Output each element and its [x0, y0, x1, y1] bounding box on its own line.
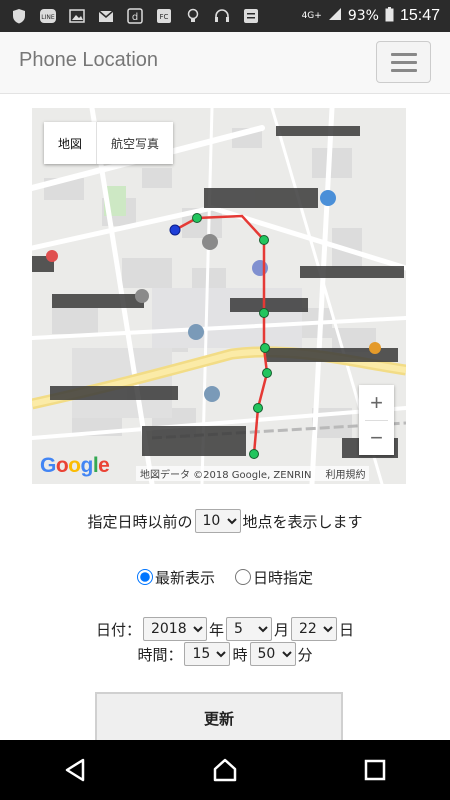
svg-text:d: d [132, 12, 138, 23]
count-prefix: 指定日時以前の [87, 512, 193, 531]
minute-select[interactable]: 50 [249, 642, 296, 666]
mode-row: 最新表示 日時指定 [0, 565, 450, 589]
hamburger-icon[interactable] [376, 41, 431, 83]
location-map[interactable]: 地図 航空写真 + − Google 地図データ ©2018 Google, Z… [32, 108, 406, 484]
mail-icon [97, 8, 115, 24]
terms-link[interactable]: 利用規約 [325, 470, 365, 481]
count-select[interactable]: 10 [194, 509, 241, 533]
specify-radio-label: 日時指定 [253, 568, 314, 587]
count-row: 指定日時以前の 10 地点を表示します [0, 508, 450, 534]
zoom-control: + − [359, 385, 394, 455]
hour-select[interactable]: 15 [184, 642, 231, 666]
d-app-icon: d [126, 8, 144, 24]
app-navbar: Phone Location [0, 32, 450, 94]
day-unit: 日 [339, 620, 355, 639]
latest-radio-option[interactable]: 最新表示 [136, 567, 215, 588]
recents-icon[interactable] [355, 750, 395, 790]
day-select[interactable]: 22 [291, 617, 338, 641]
date-row: 日付： 2018 年 5 月 22 日 [0, 616, 450, 642]
month-select[interactable]: 5 [226, 617, 272, 641]
google-logo: Google [40, 454, 110, 477]
minute-unit: 分 [297, 645, 313, 664]
clock: 15:47 [399, 7, 440, 24]
signal-icon [328, 7, 342, 25]
map-type-control: 地図 航空写真 [44, 122, 174, 164]
time-row: 時間： 15 時 50 分 [0, 641, 450, 667]
home-icon[interactable] [205, 750, 245, 790]
month-unit: 月 [274, 620, 290, 639]
latest-radio-label: 最新表示 [154, 568, 215, 587]
bulb-icon [184, 8, 202, 24]
update-button[interactable]: 更新 [95, 692, 343, 744]
back-icon[interactable] [55, 750, 95, 790]
zoom-divider [365, 420, 388, 421]
zoom-in-button[interactable]: + [359, 385, 394, 420]
zoom-out-button[interactable]: − [359, 420, 394, 455]
app-brand[interactable]: Phone Location [19, 49, 158, 72]
message-icon [242, 8, 260, 24]
map-type-map-button[interactable]: 地図 [44, 122, 98, 164]
fc-app-icon: FC [155, 8, 173, 24]
system-nav-bar [0, 740, 450, 800]
hour-unit: 時 [232, 645, 248, 664]
battery-icon [385, 6, 394, 26]
latest-radio[interactable] [136, 569, 153, 585]
year-select[interactable]: 2018 [142, 617, 207, 641]
network-type: 4G+ [301, 10, 322, 21]
map-type-satellite-button[interactable]: 航空写真 [97, 122, 173, 164]
status-bar: LINE d FC 4G+ 93% 15:47 [0, 0, 450, 32]
map-attribution: 地図データ ©2018 Google, ZENRIN 利用規約 [136, 466, 370, 481]
specify-radio-option[interactable]: 日時指定 [235, 567, 313, 588]
shield-icon [10, 8, 28, 24]
count-suffix: 地点を表示します [242, 512, 363, 531]
svg-text:FC: FC [160, 13, 169, 21]
svg-text:LINE: LINE [41, 14, 55, 21]
map-canvas[interactable] [32, 108, 406, 484]
map-data-credit: 地図データ ©2018 Google, ZENRIN [140, 470, 312, 481]
specify-radio[interactable] [235, 569, 251, 585]
year-unit: 年 [208, 620, 224, 639]
image-icon [68, 8, 86, 24]
battery-percent: 93% [347, 8, 379, 24]
headset-icon [213, 8, 231, 24]
time-label: 時間： [137, 645, 183, 664]
date-label: 日付： [95, 620, 141, 639]
line-icon: LINE [39, 8, 57, 24]
